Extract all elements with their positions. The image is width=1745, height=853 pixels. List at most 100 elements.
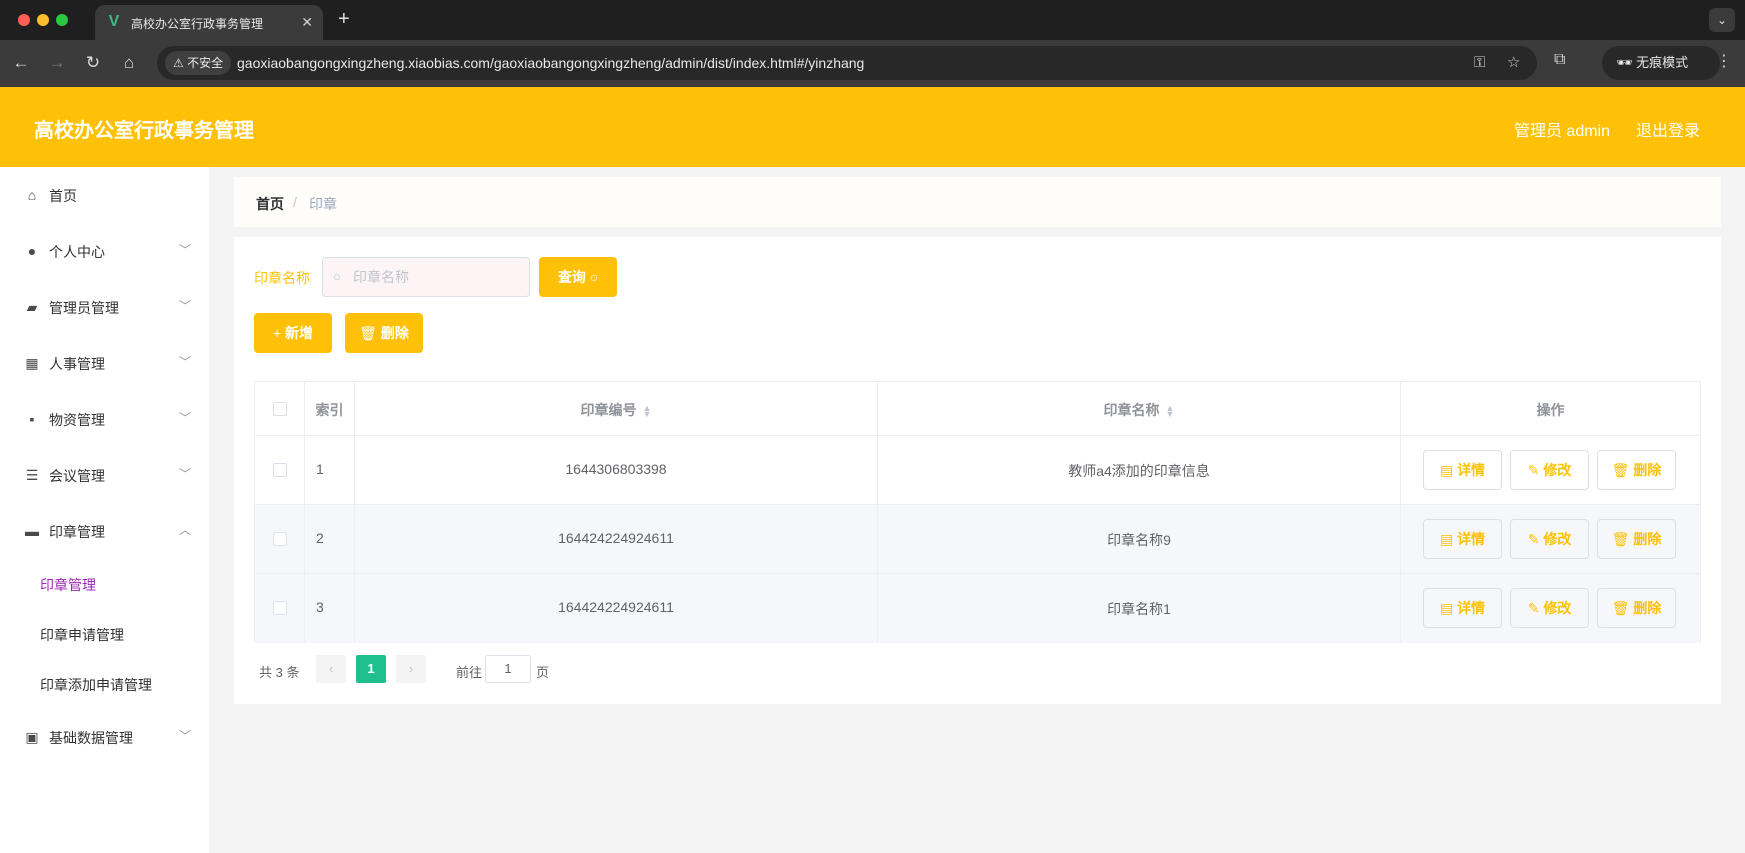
breadcrumb: 首页 / 印章 <box>234 177 1721 227</box>
detail-button[interactable]: ▤ 详情 <box>1423 588 1502 628</box>
header-name-cell[interactable]: 印章名称 ▲ ▼ <box>878 382 1401 435</box>
detail-button[interactable]: ▤ 详情 <box>1423 450 1502 490</box>
sort-caret-icon[interactable]: ▲ ▼ <box>643 404 652 419</box>
browser-tab[interactable]: V 高校办公室行政事务管理 ✕ <box>95 5 323 40</box>
tab-search-chevron-icon[interactable]: ⌄ <box>1709 8 1735 32</box>
delete-button[interactable]: 🗑 删除 <box>1597 519 1676 559</box>
tab-close-icon[interactable]: ✕ <box>301 13 313 31</box>
sort-caret-icon[interactable]: ▲ ▼ <box>1166 404 1175 419</box>
select-all-checkbox[interactable] <box>273 402 287 416</box>
header-code-cell[interactable]: 印章编号 ▲ ▼ <box>355 382 878 435</box>
sidebar-item-seal-management[interactable]: ▬ 印章管理 ︿ <box>0 511 209 551</box>
extensions-icon[interactable]: ⧉ <box>1554 51 1565 69</box>
row-actions-cell: ▤ 详情 ✎ 修改 🗑 删除 <box>1401 574 1700 643</box>
breadcrumb-home[interactable]: 首页 <box>256 194 284 214</box>
sidebar-item-supplies-management[interactable]: ▪ 物资管理 ﹀ <box>0 399 209 439</box>
row-actions-cell: ▤ 详情 ✎ 修改 🗑 删除 <box>1401 505 1700 573</box>
forward-icon[interactable]: → <box>45 51 69 75</box>
edit-button[interactable]: ✎ 修改 <box>1510 588 1589 628</box>
search-icon: ○ <box>333 269 341 284</box>
row-checkbox[interactable] <box>273 463 287 477</box>
bookmark-star-icon[interactable]: ☆ <box>1507 54 1520 72</box>
sidebar-item-meeting-management[interactable]: ☰ 会议管理 ﹀ <box>0 455 209 495</box>
next-page-chevron-icon[interactable]: › <box>396 655 426 683</box>
list-icon: ☰ <box>25 467 39 483</box>
browser-tab-bar: V 高校办公室行政事务管理 ✕ + ⌄ <box>0 0 1745 40</box>
chevron-down-icon: ﹀ <box>178 467 191 481</box>
chevron-down-icon: ﹀ <box>178 355 191 369</box>
sidebar-item-label: 物资管理 <box>49 412 105 428</box>
sidebar-item-admin-management[interactable]: ▰ 管理员管理 ﹀ <box>0 287 209 327</box>
sidebar-item-personal-center[interactable]: ● 个人中心 ﹀ <box>0 231 209 271</box>
url-text[interactable]: gaoxiaobangongxingzheng.xiaobias.com/gao… <box>237 55 864 71</box>
edit-label: 修改 <box>1543 600 1572 616</box>
reload-icon[interactable]: ↻ <box>81 51 105 75</box>
sidebar-subitem-seal-application[interactable]: 印章申请管理 <box>40 625 124 645</box>
sidebar-item-basic-data[interactable]: ▣ 基础数据管理 ﹀ <box>0 717 209 757</box>
chevron-down-icon: ﹀ <box>178 729 191 743</box>
header-checkbox-cell <box>255 382 305 435</box>
chevron-down-icon: ﹀ <box>178 243 191 257</box>
goto-page-input[interactable]: 1 <box>485 655 531 683</box>
row-name-cell: 印章名称1 <box>878 574 1401 643</box>
browser-menu-icon[interactable]: ⋮ <box>1716 51 1732 71</box>
printer-icon: ▬ <box>25 523 39 539</box>
row-checkbox[interactable] <box>273 532 287 546</box>
row-checkbox[interactable] <box>273 601 287 615</box>
sidebar-item-hr-management[interactable]: ▦ 人事管理 ﹀ <box>0 343 209 383</box>
delete-button[interactable]: 🗑 删除 <box>1597 450 1676 490</box>
seal-code: 1644306803398 <box>565 461 667 477</box>
close-window-button[interactable] <box>18 14 30 26</box>
row-name-cell: 印章名称9 <box>878 505 1401 573</box>
minimize-window-button[interactable] <box>37 14 49 26</box>
new-tab-icon[interactable]: + <box>338 8 350 30</box>
maximize-window-button[interactable] <box>56 14 68 26</box>
home-nav-icon[interactable]: ⌂ <box>117 51 141 75</box>
insecure-badge[interactable]: ⚠ 不安全 <box>165 51 232 75</box>
main-panel: 印章名称 ○ 查询 ○ + 新增 🗑 删除 索引 印章编号 ▲▼ <box>234 237 1721 704</box>
sidebar-item-home[interactable]: ⌂ 首页 <box>0 175 209 215</box>
chevron-up-icon: ︿ <box>178 523 191 537</box>
detail-button[interactable]: ▤ 详情 <box>1423 519 1502 559</box>
logout-link[interactable]: 退出登录 <box>1636 117 1700 141</box>
delete-button-label: 删除 <box>380 325 409 341</box>
edit-button[interactable]: ✎ 修改 <box>1510 519 1589 559</box>
table-row: 2 164424224924611 印章名称9 ▤ 详情 ✎ 修改 🗑 删除 <box>255 505 1700 574</box>
edit-button[interactable]: ✎ 修改 <box>1510 450 1589 490</box>
back-icon[interactable]: ← <box>9 51 33 75</box>
search-label: 印章名称 <box>254 270 310 286</box>
row-index-cell: 2 <box>305 505 355 573</box>
password-key-icon[interactable]: ⚿ <box>1474 54 1485 72</box>
add-button[interactable]: + 新增 <box>254 313 332 353</box>
batch-delete-button[interactable]: 🗑 删除 <box>345 313 423 353</box>
plus-icon: + <box>272 325 282 341</box>
sidebar-subitem-seal-add-application[interactable]: 印章添加申请管理 <box>40 675 152 695</box>
address-bar[interactable]: ⚠ 不安全 gaoxiaobangongxingzheng.xiaobias.c… <box>157 46 1537 80</box>
table-header-row: 索引 印章编号 ▲ ▼ 印章名称 ▲ ▼ 操作 <box>255 382 1700 436</box>
search-input[interactable] <box>353 258 523 296</box>
warning-icon: ⚠ <box>173 56 184 70</box>
page-number-button[interactable]: 1 <box>356 655 386 683</box>
row-index-cell: 3 <box>305 574 355 643</box>
trash-icon: 🗑 <box>1611 462 1630 478</box>
prev-page-chevron-icon[interactable]: ‹ <box>316 655 346 683</box>
column-header-code-wrap: 印章编号 ▲ ▼ <box>355 400 877 420</box>
seal-code: 164424224924611 <box>558 530 674 546</box>
sidebar-subitem-seal-management[interactable]: 印章管理 <box>40 575 96 595</box>
insecure-label: 不安全 <box>187 56 224 70</box>
tab-title: 高校办公室行政事务管理 <box>131 17 264 31</box>
home-icon: ⌂ <box>27 187 37 203</box>
pencil-icon: ✎ <box>1527 462 1540 478</box>
seal-name-search-field[interactable]: ○ <box>322 257 530 297</box>
user-icon: ● <box>27 243 37 259</box>
sidebar-item-label: 个人中心 <box>49 244 105 260</box>
document-icon: ▤ <box>1439 462 1454 478</box>
incognito-badge[interactable]: 🕶 无痕模式 <box>1602 46 1720 80</box>
grid-icon: ▦ <box>25 355 39 371</box>
vue-favicon-icon: V <box>108 13 120 30</box>
row-checkbox-cell <box>255 436 305 504</box>
delete-button[interactable]: 🗑 删除 <box>1597 588 1676 628</box>
query-button[interactable]: 查询 ○ <box>539 257 617 297</box>
breadcrumb-separator: / <box>293 194 297 210</box>
chevron-down-icon: ﹀ <box>178 411 191 425</box>
